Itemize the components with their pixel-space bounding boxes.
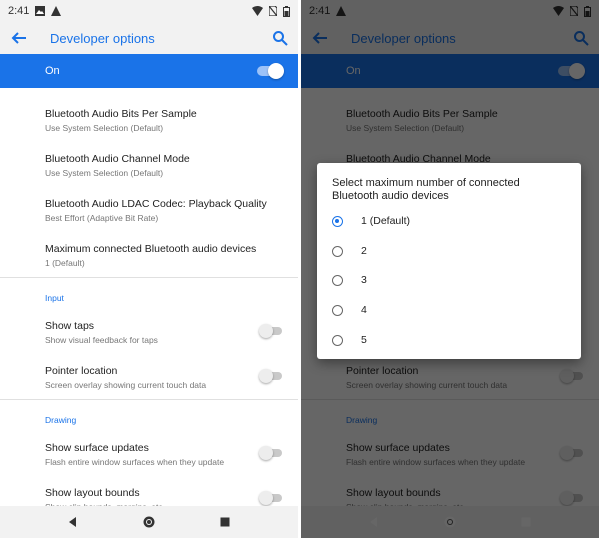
divider (0, 399, 298, 400)
home-circle-icon[interactable] (142, 515, 156, 529)
dialog-option-2[interactable]: 2 (332, 245, 367, 257)
back-arrow-icon[interactable] (10, 29, 28, 47)
dialog-option-5[interactable]: 5 (332, 334, 367, 346)
toggle-knob (259, 324, 273, 338)
toggle-knob (259, 369, 273, 383)
setting-summary: Use System Selection (Default) (45, 168, 164, 178)
dialog-option-label: 5 (361, 334, 367, 346)
back-triangle-icon[interactable] (66, 515, 80, 529)
show-layout-bounds-toggle[interactable] (259, 491, 282, 505)
dialog-title: Select maximum number of connected Bluet… (332, 177, 520, 202)
toggle-knob (259, 446, 273, 460)
navigation-bar (0, 506, 298, 538)
setting-show-surface-updates[interactable]: Show surface updates Flash entire window… (45, 442, 288, 467)
show-surface-updates-toggle[interactable] (259, 446, 282, 460)
dialog-option-1[interactable]: 1 (Default) (332, 215, 410, 227)
setting-summary: Use System Selection (Default) (45, 123, 164, 133)
setting-title: Bluetooth Audio LDAC Codec: Playback Qua… (45, 198, 267, 210)
setting-bt-ldac-quality[interactable]: Bluetooth Audio LDAC Codec: Playback Qua… (45, 198, 288, 223)
right-screen: 2:41 Developer options On Bluetooth Audi… (301, 0, 599, 538)
setting-title: Maximum connected Bluetooth audio device… (45, 243, 257, 255)
setting-summary: Screen overlay showing current touch dat… (45, 380, 207, 390)
left-screen: 2:41 Developer options On Bluetooth Audi… (0, 0, 298, 538)
max-bt-devices-dialog: Select maximum number of connected Bluet… (317, 163, 581, 359)
wifi-icon (252, 6, 263, 16)
setting-title: Show surface updates (45, 442, 149, 454)
master-switch-bar[interactable]: On (0, 54, 298, 88)
radio-icon[interactable] (332, 245, 343, 257)
setting-summary: Best Effort (Adaptive Bit Rate) (45, 213, 159, 223)
radio-selected-icon[interactable] (332, 215, 343, 227)
divider (0, 277, 298, 278)
dialog-option-label: 4 (361, 304, 367, 316)
setting-title: Show taps (45, 320, 95, 332)
setting-title: Bluetooth Audio Bits Per Sample (45, 108, 197, 120)
setting-pointer-location[interactable]: Pointer location Screen overlay showing … (45, 365, 288, 390)
section-header-input: Input (45, 293, 64, 303)
setting-show-taps[interactable]: Show taps Show visual feedback for taps (45, 320, 288, 345)
setting-title: Pointer location (45, 365, 118, 377)
settings-list: Bluetooth Audio Bits Per Sample Use Syst… (0, 88, 298, 512)
no-sim-icon (269, 6, 277, 16)
page-title: Developer options (50, 30, 155, 46)
battery-icon (283, 5, 290, 17)
radio-icon[interactable] (332, 334, 343, 346)
image-icon (35, 6, 46, 16)
search-icon[interactable] (272, 30, 288, 46)
setting-title: Show layout bounds (45, 487, 140, 499)
toggle-knob (268, 63, 284, 79)
dialog-option-label: 1 (Default) (361, 215, 411, 227)
show-taps-toggle[interactable] (259, 324, 282, 338)
radio-icon[interactable] (332, 274, 343, 286)
setting-bt-bits-per-sample[interactable]: Bluetooth Audio Bits Per Sample Use Syst… (45, 108, 288, 133)
setting-title: Bluetooth Audio Channel Mode (45, 153, 190, 165)
setting-summary: 1 (Default) (45, 258, 85, 268)
section-header-drawing: Drawing (45, 415, 77, 425)
master-switch-label: On (45, 65, 60, 77)
radio-icon[interactable] (332, 304, 343, 316)
app-bar: Developer options (0, 22, 298, 54)
status-bar: 2:41 (0, 0, 298, 22)
dialog-option-3[interactable]: 3 (332, 274, 367, 286)
dialog-option-label: 3 (361, 274, 367, 286)
setting-summary: Show visual feedback for taps (45, 335, 158, 345)
dialog-option-label: 2 (361, 245, 367, 257)
toggle-knob (259, 491, 273, 505)
master-switch-toggle[interactable] (257, 63, 284, 79)
setting-max-bt-devices[interactable]: Maximum connected Bluetooth audio device… (45, 243, 288, 268)
warning-icon (51, 6, 62, 16)
dialog-option-4[interactable]: 4 (332, 304, 367, 316)
setting-summary: Flash entire window surfaces when they u… (45, 457, 225, 467)
setting-bt-channel-mode[interactable]: Bluetooth Audio Channel Mode Use System … (45, 153, 288, 178)
status-time: 2:41 (8, 5, 30, 17)
recents-square-icon[interactable] (218, 515, 232, 529)
pointer-location-toggle[interactable] (259, 369, 282, 383)
